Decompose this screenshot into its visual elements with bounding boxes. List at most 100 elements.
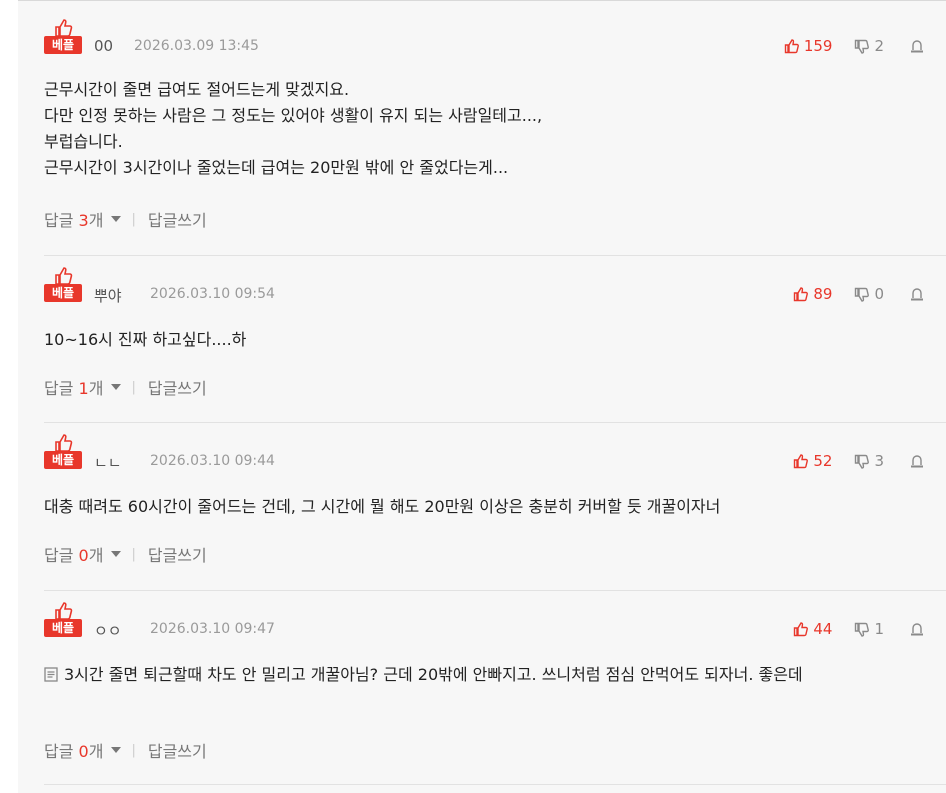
comment-footer: 답글 0개 | 답글쓰기 [44, 542, 207, 566]
downvote-count: 0 [874, 285, 884, 303]
commenter-nickname[interactable]: 00 [94, 37, 113, 55]
footer-divider: | [131, 546, 136, 562]
downvote-button[interactable]: 2 [854, 37, 884, 55]
reply-toggle[interactable]: 답글 0개 [44, 738, 103, 762]
upvote-count: 44 [813, 620, 833, 638]
reply-count: 0 [78, 742, 89, 761]
footer-divider: | [131, 211, 136, 227]
report-button[interactable] [910, 39, 924, 53]
chevron-down-icon[interactable] [111, 551, 122, 557]
reply-label: 답글 [44, 379, 74, 398]
footer-divider: | [131, 742, 136, 758]
report-button[interactable] [910, 287, 924, 301]
comment-body: 3시간 줄면 퇴근할때 차도 안 밀리고 개꿀아님? 근데 20밖에 안빠지고.… [44, 662, 922, 688]
best-badge-label: 베플 [44, 36, 82, 54]
commenter-nickname[interactable]: ㄴㄴ [94, 452, 122, 473]
comment-header: 베플 ㄴㄴ 2026.03.10 09:44 52 3 [44, 434, 924, 474]
thumbs-up-icon [794, 621, 809, 636]
downvote-count: 1 [874, 620, 884, 638]
vote-actions: 52 3 [793, 451, 924, 471]
reply-label: 답글 [44, 211, 74, 230]
commenter-nickname[interactable]: ㅇㅇ [94, 620, 122, 641]
upvote-count: 52 [813, 452, 833, 470]
write-reply-link[interactable]: 답글쓰기 [148, 375, 207, 399]
write-reply-link[interactable]: 답글쓰기 [148, 542, 207, 566]
report-icon [911, 39, 923, 52]
reply-count: 1 [78, 379, 89, 398]
best-badge-label: 베플 [44, 619, 82, 637]
vote-actions: 89 0 [793, 284, 924, 304]
comment-footer: 답글 1개 | 답글쓰기 [44, 375, 207, 399]
comment-line: 10~16시 진짜 하고싶다....하 [44, 330, 247, 349]
best-badge-label: 베플 [44, 284, 82, 302]
reply-label: 답글 [44, 742, 74, 761]
best-comment-badge: 베플 [44, 434, 82, 472]
downvote-button[interactable]: 3 [854, 452, 884, 470]
upvote-button[interactable]: 44 [793, 620, 832, 638]
report-button[interactable] [910, 622, 924, 636]
comment-item: 베플 뿌야 2026.03.10 09:54 89 0 10~16시 진짜 하고… [44, 267, 946, 423]
reply-unit: 개 [88, 742, 104, 761]
page-margin [0, 0, 18, 792]
upvote-button[interactable]: 52 [793, 452, 832, 470]
report-icon [911, 622, 923, 635]
comment-footer: 답글 0개 | 답글쓰기 [44, 738, 207, 762]
comment-line: 근무시간이 3시간이나 줄었는데 급여는 20만원 밖에 안 줄었다는게... [44, 158, 509, 177]
reply-label: 답글 [44, 546, 74, 565]
comment-header: 베플 뿌야 2026.03.10 09:54 89 0 [44, 267, 924, 307]
thumbs-up-icon [794, 453, 809, 468]
best-badge-label: 베플 [44, 451, 82, 469]
thumbs-up-icon [794, 286, 809, 301]
upvote-button[interactable]: 159 [784, 37, 833, 55]
reply-unit: 개 [88, 211, 104, 230]
comment-line: 다만 인정 못하는 사람은 그 정도는 있어야 생활이 유지 되는 사람일테고.… [44, 106, 543, 125]
comment-date: 2026.03.10 09:47 [150, 621, 275, 637]
reply-toggle[interactable]: 답글 1개 [44, 375, 103, 399]
thumbs-down-icon [855, 454, 870, 469]
thumbs-up-icon [55, 19, 73, 37]
comment-list: 베플 00 2026.03.09 13:45 159 2 근무시간이 줄면 급여… [18, 0, 946, 793]
comment-line: 근무시간이 줄면 급여도 절어드는게 맞겠지요. [44, 80, 350, 99]
reply-toggle[interactable]: 답글 0개 [44, 542, 103, 566]
comment-body: 10~16시 진짜 하고싶다....하 [44, 327, 924, 353]
chevron-down-icon[interactable] [111, 384, 122, 390]
footer-divider: | [131, 379, 136, 395]
commenter-nickname[interactable]: 뿌야 [94, 285, 122, 306]
comment-body: 근무시간이 줄면 급여도 절어드는게 맞겠지요. 다만 인정 못하는 사람은 그… [44, 77, 924, 181]
vote-actions: 44 1 [793, 619, 924, 639]
write-reply-link[interactable]: 답글쓰기 [148, 738, 207, 762]
comment-date: 2026.03.10 09:54 [150, 286, 275, 302]
comment-header: 베플 00 2026.03.09 13:45 159 2 [44, 19, 924, 59]
comment-item: 베플 ㄴㄴ 2026.03.10 09:44 52 3 대충 때려도 60시간이… [44, 434, 946, 591]
reply-toggle[interactable]: 답글 3개 [44, 207, 103, 231]
downvote-button[interactable]: 0 [854, 285, 884, 303]
write-reply-link[interactable]: 답글쓰기 [148, 207, 207, 231]
downvote-button[interactable]: 1 [854, 620, 884, 638]
comment-text: 3시간 줄면 퇴근할때 차도 안 밀리고 개꿀아님? 근데 20밖에 안빠지고.… [64, 665, 803, 684]
thumbs-up-icon [55, 267, 73, 285]
upvote-button[interactable]: 89 [793, 285, 832, 303]
report-icon [911, 287, 923, 300]
comment-header: 베플 ㅇㅇ 2026.03.10 09:47 44 1 [44, 602, 924, 642]
best-comment-badge: 베플 [44, 19, 82, 57]
comment-line: 3시간 줄면 퇴근할때 차도 안 밀리고 개꿀아님? 근데 20밖에 안빠지고.… [44, 662, 922, 688]
chevron-down-icon[interactable] [111, 747, 122, 753]
vote-actions: 159 2 [784, 36, 924, 56]
comment-line: 부럽습니다. [44, 132, 123, 151]
comment-date: 2026.03.09 13:45 [134, 38, 259, 54]
reply-count: 0 [78, 546, 89, 565]
thumbs-down-icon [855, 287, 870, 302]
comment-footer: 답글 3개 | 답글쓰기 [44, 207, 207, 231]
best-comment-badge: 베플 [44, 267, 82, 305]
comment-item: 베플 ㅇㅇ 2026.03.10 09:47 44 1 3시간 줄면 퇴근할때 … [44, 602, 946, 785]
report-button[interactable] [910, 454, 924, 468]
reply-unit: 개 [88, 379, 104, 398]
upvote-count: 89 [813, 285, 833, 303]
reply-count: 3 [78, 211, 89, 230]
comment-line: 대충 때려도 60시간이 줄어드는 건데, 그 시간에 뭘 해도 20만원 이상… [44, 497, 721, 516]
upvote-count: 159 [803, 37, 833, 55]
thumbs-down-icon [855, 622, 870, 637]
chevron-down-icon[interactable] [111, 216, 122, 222]
comment-item: 베플 00 2026.03.09 13:45 159 2 근무시간이 줄면 급여… [44, 19, 946, 256]
downvote-count: 2 [874, 37, 884, 55]
